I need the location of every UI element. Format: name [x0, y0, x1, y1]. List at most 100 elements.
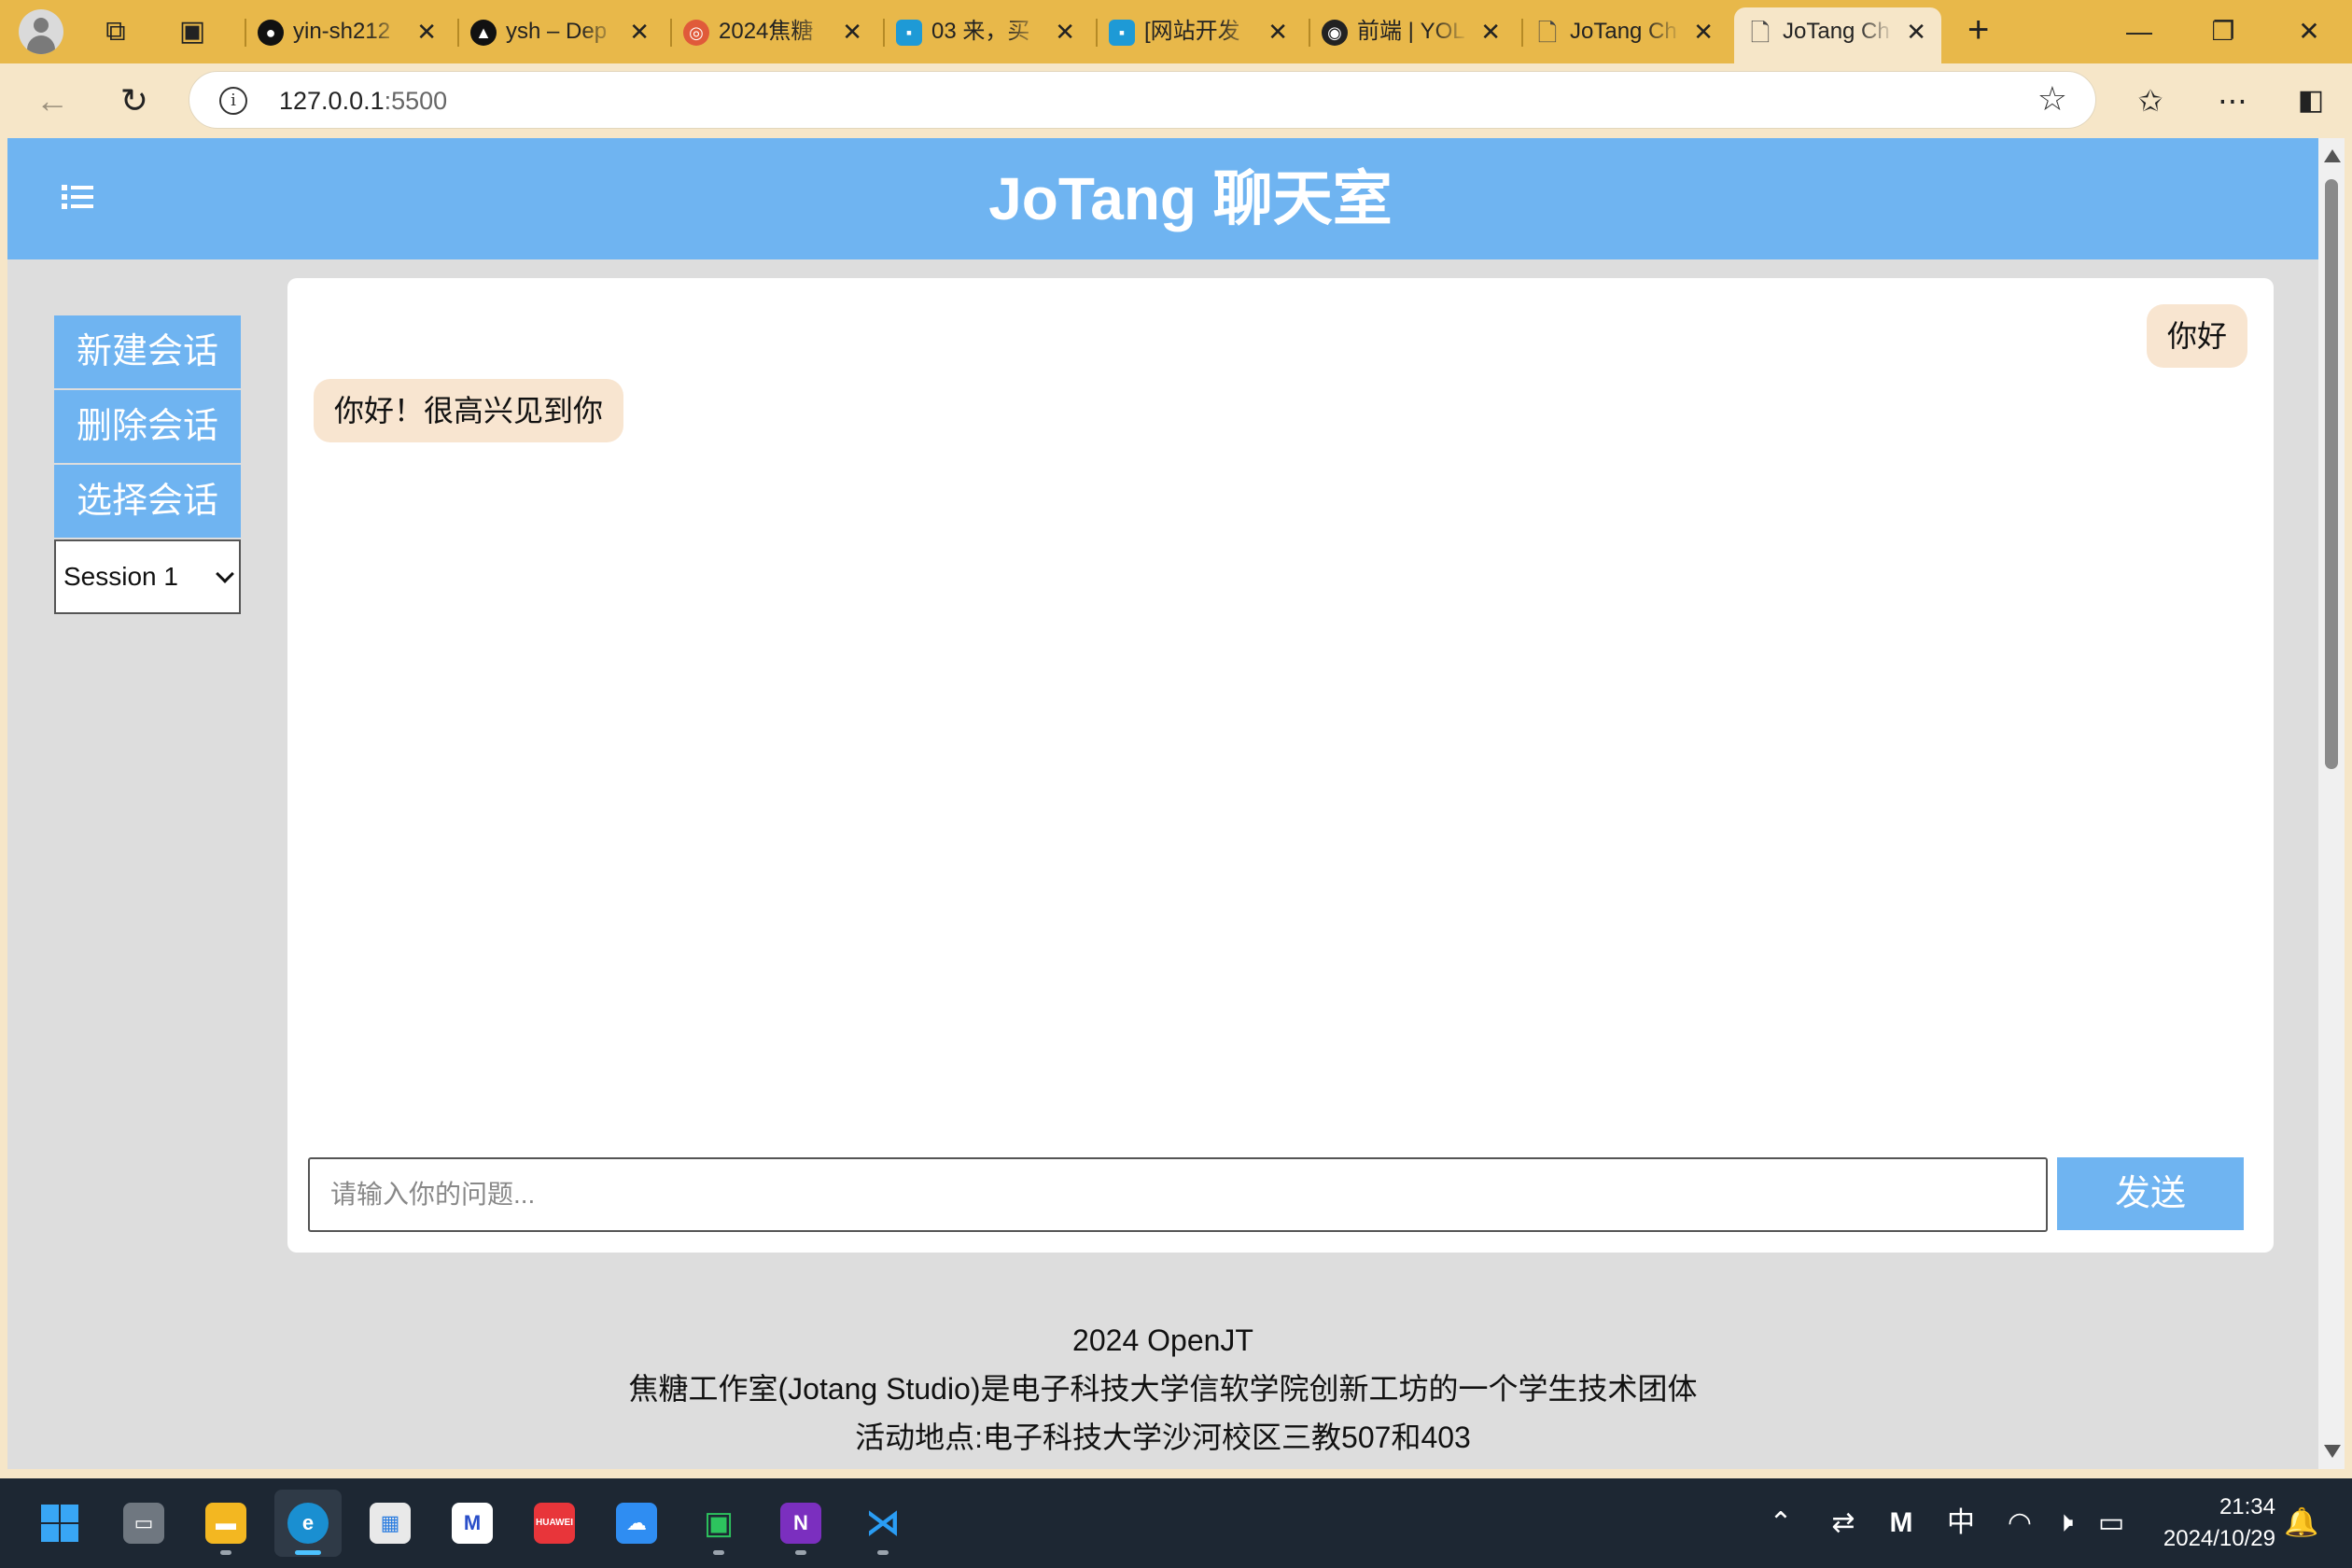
chevron-down-icon [216, 565, 234, 583]
url-port: :5500 [384, 87, 448, 115]
task-view-button[interactable]: ▭ [110, 1490, 177, 1557]
tab-separator [1521, 19, 1523, 47]
tab-separator [1096, 19, 1098, 47]
browser-tab[interactable]: ▪ 03 来，买 ✕ [883, 7, 1090, 56]
favorites-icon[interactable]: ✩ [2130, 80, 2171, 121]
taskbar-edge[interactable]: e [274, 1490, 342, 1557]
refresh-icon[interactable]: ↻ [114, 80, 155, 121]
taskbar-cloud[interactable]: ☁ [603, 1490, 670, 1557]
tab-label: [网站开发 [1144, 7, 1256, 56]
favorite-star-icon[interactable]: ☆ [2037, 79, 2067, 119]
page-scrollbar[interactable] [2318, 138, 2345, 1469]
close-tab-icon[interactable]: ✕ [1267, 7, 1288, 56]
browser-tab[interactable]: ◎ 2024焦糖 ✕ [670, 7, 877, 56]
taskbar-file-explorer[interactable]: ▬ [192, 1490, 259, 1557]
wechat-icon: ▣ [703, 1505, 735, 1541]
close-tab-icon[interactable]: ✕ [1055, 7, 1075, 56]
browser-titlebar: ⧉ ▣ ● yin-sh212 ✕ ▲ ysh – Dep ✕ ◎ 2024焦糖… [0, 0, 2352, 63]
app-m-icon: M [452, 1503, 493, 1544]
back-icon[interactable]: ← [32, 80, 73, 121]
close-window-icon[interactable]: ✕ [2281, 7, 2337, 56]
taskbar: ▭ ▬ e ▦ M HUAWEI ☁ ▣ N ⋊ ⌃ ⇄ M 中 ◠ 🕨 ▭ 2… [0, 1478, 2352, 1568]
taskbar-store[interactable]: ▦ [357, 1490, 424, 1557]
browser-tab[interactable]: 🗋 JoTang Ch ✕ [1521, 7, 1729, 56]
user-message: 你好 [2146, 304, 2247, 368]
url-host: 127.0.0.1 [279, 87, 385, 115]
send-button[interactable]: 发送 [2057, 1157, 2244, 1230]
new-tab-icon[interactable]: + [1967, 9, 1989, 51]
running-indicator [220, 1550, 231, 1555]
address-bar[interactable]: i 127.0.0.1:5500 ☆ [189, 71, 2096, 129]
edge-icon: e [287, 1503, 329, 1544]
notification-bell-icon[interactable]: 🔔 [2283, 1478, 2320, 1568]
taskbar-vscode[interactable]: ⋊ [849, 1490, 917, 1557]
cloud-icon: ☁ [616, 1503, 657, 1544]
page-header: JoTang 聊天室 [7, 138, 2318, 259]
site-info-icon[interactable]: i [219, 87, 247, 115]
restore-icon[interactable]: ❐ [2195, 7, 2251, 56]
close-tab-icon[interactable]: ✕ [629, 7, 650, 56]
tray-settings-icon[interactable]: ⇄ [1822, 1478, 1865, 1568]
footer-description: 焦糖工作室(Jotang Studio)是电子科技大学信软学院创新工坊的一个学生… [628, 1372, 1698, 1406]
tab-label: JoTang Ch [1570, 7, 1682, 56]
tab-separator [457, 19, 459, 47]
select-session-button[interactable]: 选择会话 [54, 465, 241, 538]
chat-panel: 你好 你好！很高兴见到你 请输入你的问题... 发送 [287, 278, 2274, 1253]
github-icon: ● [258, 20, 284, 46]
taskbar-huawei[interactable]: HUAWEI [521, 1490, 588, 1557]
address-url[interactable]: 127.0.0.1:5500 [279, 72, 447, 130]
running-indicator [295, 1550, 321, 1555]
battery-icon[interactable]: ▭ [2091, 1478, 2132, 1568]
workspaces-icon[interactable]: ⧉ [97, 13, 134, 50]
close-tab-icon[interactable]: ✕ [1693, 7, 1714, 56]
browser-toolbar: ← ↻ i 127.0.0.1:5500 ☆ ✩ ⋯ ◧ [0, 63, 2352, 138]
vscode-icon: ⋊ [865, 1504, 901, 1543]
tab-label: JoTang Ch [1783, 7, 1895, 56]
profile-avatar[interactable] [19, 9, 63, 54]
bot-message: 你好！很高兴见到你 [314, 379, 624, 442]
taskbar-app-m[interactable]: M [439, 1490, 506, 1557]
browser-tab[interactable]: ◉ 前端 | YOL ✕ [1309, 7, 1516, 56]
scroll-thumb[interactable] [2325, 179, 2338, 769]
sidebar-toggle-icon[interactable]: ◧ [2290, 80, 2331, 121]
tab-actions-icon[interactable]: ▣ [174, 13, 211, 50]
session-sidebar: 新建会话 删除会话 选择会话 Session 1 [54, 315, 241, 614]
page-icon: 🗋 [1537, 19, 1558, 47]
session-select[interactable]: Session 1 [54, 539, 241, 614]
task-view-icon: ▭ [123, 1503, 164, 1544]
tab-label: ysh – Dep [506, 7, 618, 56]
taskbar-clock[interactable]: 21:34 2024/10/29 [2145, 1491, 2275, 1555]
tray-app-m-icon[interactable]: M [1880, 1478, 1923, 1568]
browser-tab[interactable]: ▲ ysh – Dep ✕ [457, 7, 665, 56]
store-icon: ▦ [370, 1503, 411, 1544]
start-button[interactable] [26, 1490, 93, 1557]
bilibili-icon: ▪ [896, 20, 922, 46]
close-tab-icon[interactable]: ✕ [1480, 7, 1501, 56]
scroll-up-icon[interactable] [2324, 149, 2341, 162]
page-icon: 🗋 [1750, 19, 1771, 47]
taskbar-wechat[interactable]: ▣ [685, 1490, 752, 1557]
close-tab-icon[interactable]: ✕ [1906, 7, 1926, 56]
more-menu-icon[interactable]: ⋯ [2212, 80, 2253, 121]
scroll-down-icon[interactable] [2324, 1445, 2341, 1458]
new-session-button[interactable]: 新建会话 [54, 315, 241, 388]
taskbar-onenote[interactable]: N [767, 1490, 834, 1557]
volume-muted-icon[interactable]: 🕨 [2044, 1478, 2085, 1568]
delete-session-button[interactable]: 删除会话 [54, 390, 241, 463]
browser-tab[interactable]: ● yin-sh212 ✕ [245, 7, 452, 56]
avatar-body [27, 35, 55, 54]
windows-icon [39, 1503, 80, 1544]
minimize-icon[interactable]: — [2111, 7, 2167, 56]
ime-indicator[interactable]: 中 [1939, 1478, 1982, 1568]
browser-tab-active[interactable]: 🗋 JoTang Ch ✕ [1734, 7, 1941, 63]
close-tab-icon[interactable]: ✕ [842, 7, 862, 56]
tray-overflow-icon[interactable]: ⌃ [1762, 1478, 1799, 1568]
browser-tab[interactable]: ▪ [网站开发 ✕ [1096, 7, 1303, 56]
page-viewport: JoTang 聊天室 新建会话 删除会话 选择会话 Session 1 你好 你… [7, 138, 2318, 1469]
running-indicator [795, 1550, 806, 1555]
close-tab-icon[interactable]: ✕ [416, 7, 437, 56]
owl-icon: ◉ [1322, 20, 1348, 46]
wifi-icon[interactable]: ◠ [1999, 1478, 2040, 1568]
tab-label: yin-sh212 [293, 7, 405, 56]
question-input[interactable]: 请输入你的问题... [308, 1157, 2048, 1232]
